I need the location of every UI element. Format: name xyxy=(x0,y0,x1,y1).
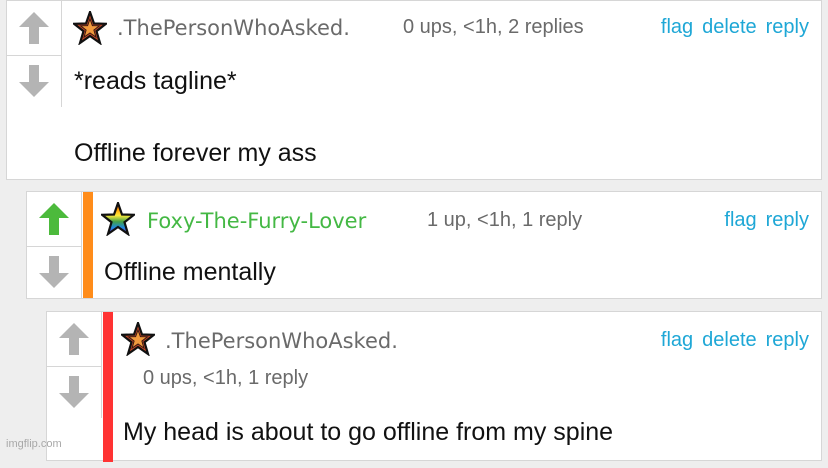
comment-meta: 0 ups, <1h, 2 replies xyxy=(403,16,584,38)
rainbow-star-avatar-icon[interactable] xyxy=(98,199,138,237)
comment-body: Offline mentally xyxy=(104,236,276,308)
vote-column xyxy=(7,1,62,107)
vote-column xyxy=(47,312,102,418)
upvote-button[interactable] xyxy=(47,314,101,364)
downvote-button[interactable] xyxy=(7,55,61,106)
flag-link[interactable]: flag xyxy=(661,16,693,39)
comment-actions: flag delete reply xyxy=(661,16,809,39)
reply-link[interactable]: reply xyxy=(766,209,809,232)
reply-depth-stripe xyxy=(83,192,93,298)
comment-3: .ThePersonWhoAsked. flag delete reply 0 … xyxy=(46,311,822,462)
comment-2: Foxy-The-Furry-Lover 1 up, <1h, 1 reply … xyxy=(26,191,822,299)
comment-body-line: Offline forever my ass xyxy=(74,139,317,167)
arrow-down-icon xyxy=(39,256,69,288)
flag-link[interactable]: flag xyxy=(661,329,693,352)
reply-depth-stripe xyxy=(103,312,113,462)
vote-column xyxy=(27,192,82,298)
arrow-down-icon xyxy=(59,376,89,408)
comment-actions: flag delete reply xyxy=(661,329,809,352)
comment-author[interactable]: Foxy-The-Furry-Lover xyxy=(147,209,366,233)
delete-link[interactable]: delete xyxy=(702,329,757,352)
comment-author[interactable]: .ThePersonWhoAsked. xyxy=(165,329,398,353)
comment-meta: 0 ups, <1h, 1 reply xyxy=(143,367,309,389)
comment-body-line: Offline mentally xyxy=(104,258,276,286)
comment-body: My head is about to go offline from my s… xyxy=(123,396,613,468)
reply-link[interactable]: reply xyxy=(766,329,809,352)
delete-link[interactable]: delete xyxy=(702,16,757,39)
downvote-button[interactable] xyxy=(47,366,101,417)
arrow-up-icon xyxy=(39,203,69,235)
comment-meta: 1 up, <1h, 1 reply xyxy=(427,209,583,231)
comment-body-line: My head is about to go offline from my s… xyxy=(123,418,614,446)
flag-link[interactable]: flag xyxy=(724,209,756,232)
arrow-down-icon xyxy=(19,65,49,97)
arrow-up-icon xyxy=(59,323,89,355)
star-avatar-icon[interactable] xyxy=(70,8,110,46)
downvote-button[interactable] xyxy=(27,246,81,297)
comment-body-line: *reads tagline* xyxy=(74,67,237,95)
watermark: imgflip.com xyxy=(6,438,62,450)
comment-author[interactable]: .ThePersonWhoAsked. xyxy=(117,16,350,40)
upvote-button[interactable] xyxy=(7,3,61,53)
upvote-button[interactable] xyxy=(27,194,81,244)
comment-actions: flag reply xyxy=(724,209,809,232)
reply-link[interactable]: reply xyxy=(766,16,809,39)
arrow-up-icon xyxy=(19,12,49,44)
comment-1: .ThePersonWhoAsked. 0 ups, <1h, 2 replie… xyxy=(6,0,822,180)
comment-body: *reads tagline* Offline forever my ass xyxy=(74,45,317,189)
star-avatar-icon[interactable] xyxy=(118,319,158,357)
